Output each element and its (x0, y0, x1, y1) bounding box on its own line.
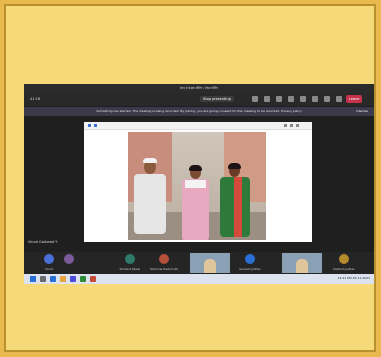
more-icon[interactable] (300, 96, 306, 102)
start-icon[interactable] (30, 276, 36, 282)
avatar (339, 254, 349, 264)
search-icon[interactable] (40, 276, 46, 282)
participant-tile[interactable]: Sharmila Deshmukh (144, 254, 184, 272)
participant-tile[interactable]: Sarvesh Jadhav (230, 254, 270, 272)
menu-icon[interactable] (296, 124, 299, 127)
edge-icon[interactable] (50, 276, 56, 282)
leave-button[interactable]: Leave (346, 95, 363, 103)
participant-tile[interactable]: Santosh Jadhav (324, 254, 364, 272)
meeting-timer: 41:18 (30, 97, 41, 101)
participant-tile[interactable] (58, 254, 80, 272)
avatar (44, 254, 54, 264)
folder-icon[interactable] (60, 276, 66, 282)
teams-icon[interactable] (70, 276, 76, 282)
recording-banner-text: Something has started. The meeting is be… (96, 109, 302, 113)
avatar (125, 254, 135, 264)
participant-video[interactable] (190, 253, 230, 273)
menu-icon[interactable] (94, 124, 97, 127)
camera-icon[interactable] (312, 96, 318, 102)
family-photo (128, 132, 266, 240)
avatar (245, 254, 255, 264)
avatar (64, 254, 74, 264)
share-icon[interactable] (336, 96, 342, 102)
dismiss-button[interactable]: Dismiss (356, 107, 368, 116)
viewer-menu-bar (84, 122, 312, 130)
react-icon[interactable] (276, 96, 282, 102)
toolbar-icons (252, 96, 342, 102)
rooms-icon[interactable] (288, 96, 294, 102)
menu-icon[interactable] (290, 124, 293, 127)
video-figure (296, 259, 308, 273)
participant-strip: Vinod Shrikant Pawar Sharmila Deshmukh S… (24, 252, 374, 274)
recording-banner: Something has started. The meeting is be… (24, 107, 374, 116)
shared-screen (84, 122, 312, 242)
meeting-toolbar: 41:18 Stop presenting Leave (24, 93, 374, 106)
window-title: हेल्थ हे प्रेक्षक मीटिंग / टीम्स मीटिंग (24, 84, 374, 93)
excel-icon[interactable] (80, 276, 86, 282)
teams-meeting-screen: हेल्थ हे प्रेक्षक मीटिंग / टीम्स मीटिंग … (24, 84, 374, 284)
presenter-label: Vinod Gaikwad ✎ (28, 240, 59, 244)
video-figure (204, 259, 216, 273)
participants-icon[interactable] (252, 96, 258, 102)
mic-icon[interactable] (324, 96, 330, 102)
participant-tile[interactable]: Vinod (38, 254, 60, 272)
stop-presenting-button[interactable]: Stop presenting (200, 96, 234, 102)
pdf-icon[interactable] (90, 276, 96, 282)
system-clock[interactable]: 12:41 PM 29-11-2021 (338, 276, 370, 280)
menu-icon[interactable] (284, 124, 287, 127)
windows-taskbar: 12:41 PM 29-11-2021 (24, 274, 374, 284)
avatar (159, 254, 169, 264)
participant-video[interactable] (282, 253, 322, 273)
chat-icon[interactable] (264, 96, 270, 102)
menu-icon[interactable] (88, 124, 91, 127)
